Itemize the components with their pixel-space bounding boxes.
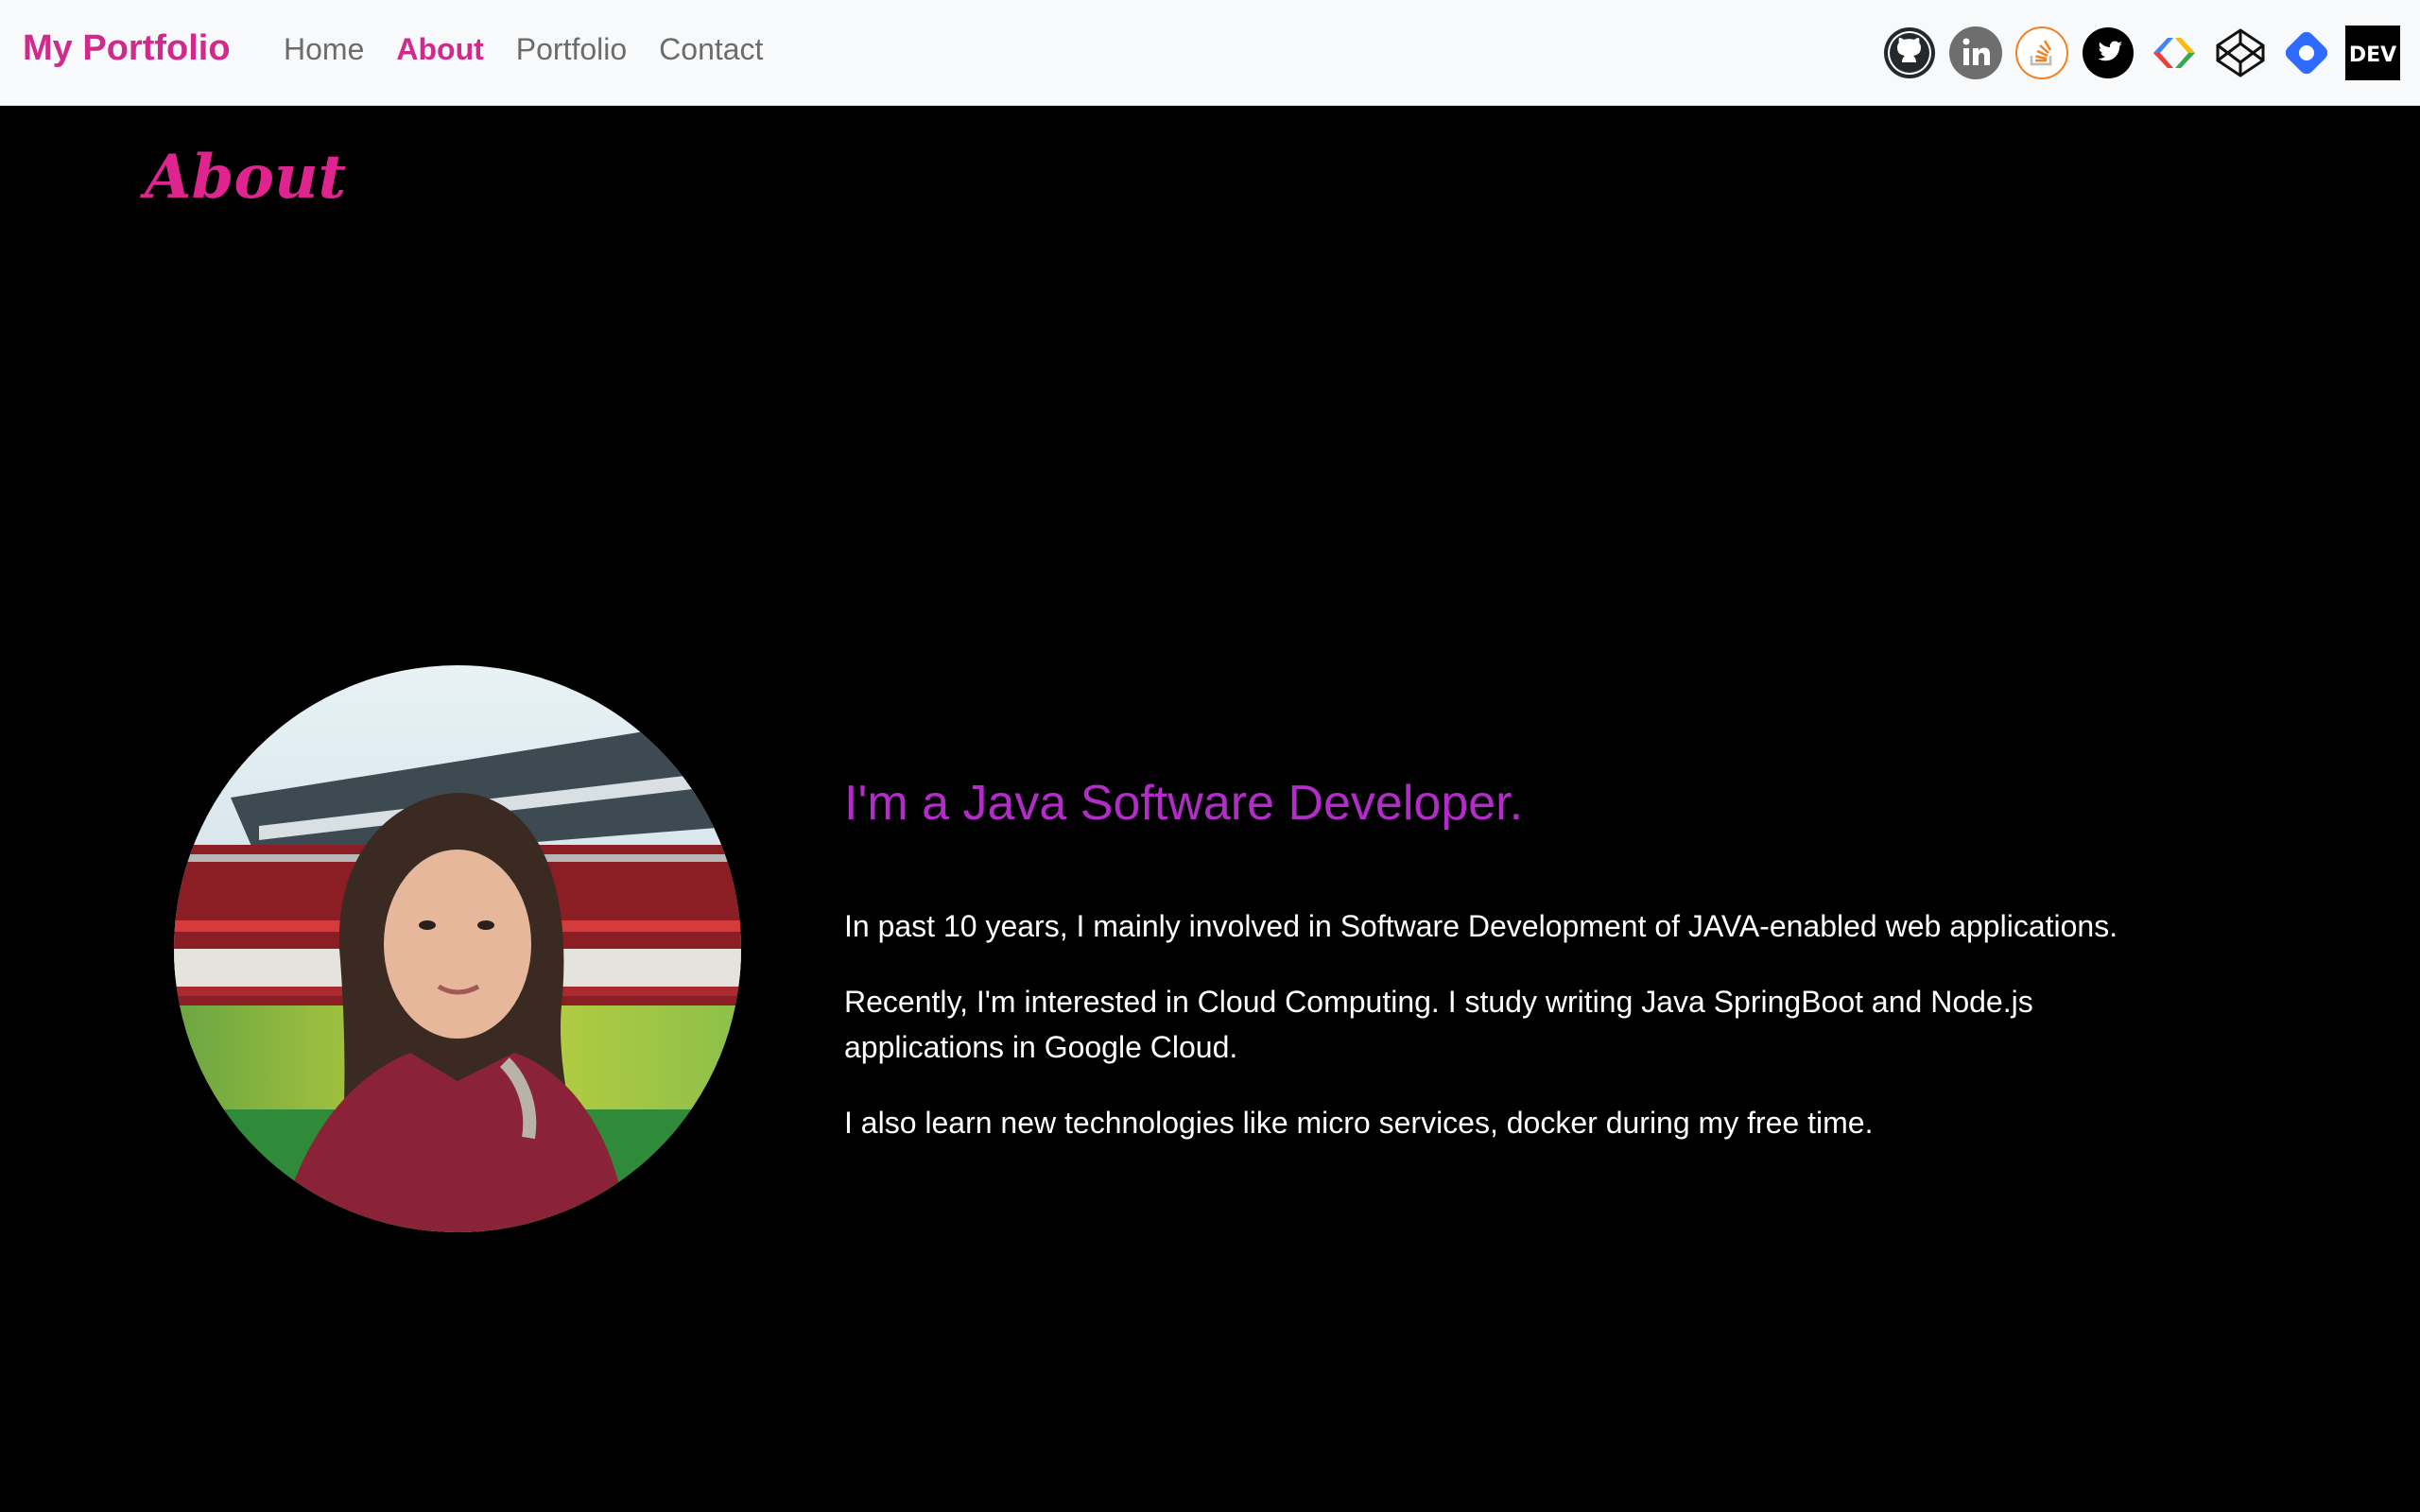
linkedin-icon[interactable] — [1947, 25, 2004, 81]
stackoverflow-icon[interactable] — [2014, 25, 2070, 81]
about-paragraph: Recently, I'm interested in Cloud Comput… — [844, 985, 2033, 1064]
dev-icon-label: DEV — [2349, 43, 2396, 67]
social-links: DEV — [1881, 25, 2401, 81]
about-paragraph: In past 10 years, I mainly involved in S… — [844, 909, 2118, 943]
profile-photo — [174, 665, 741, 1232]
nav-link-home[interactable]: Home — [284, 32, 364, 67]
github-icon[interactable] — [1881, 25, 1938, 81]
about-paragraph: I also learn new technologies like micro… — [844, 1106, 1874, 1140]
nav-link-about[interactable]: About — [396, 32, 483, 67]
about-headline: I'm a Java Software Developer. — [844, 776, 1524, 831]
codepen-icon[interactable] — [2212, 25, 2269, 81]
nav-links: Home About Portfolio Contact — [284, 32, 795, 67]
dev-icon[interactable]: DEV — [2344, 25, 2401, 81]
jira-icon[interactable] — [2278, 25, 2335, 81]
navbar: My Portfolio Home About Portfolio Contac… — [0, 0, 2420, 106]
section-title: About — [145, 142, 347, 213]
about-content: I'm a Java Software Developer. In past 1… — [844, 775, 2187, 1176]
nav-link-portfolio[interactable]: Portfolio — [516, 32, 627, 67]
brand-link[interactable]: My Portfolio — [23, 28, 231, 69]
google-developers-icon[interactable] — [2146, 25, 2203, 81]
profile-photo-image — [174, 665, 741, 1232]
nav-link-contact[interactable]: Contact — [659, 32, 763, 67]
twitter-icon[interactable] — [2080, 25, 2136, 81]
